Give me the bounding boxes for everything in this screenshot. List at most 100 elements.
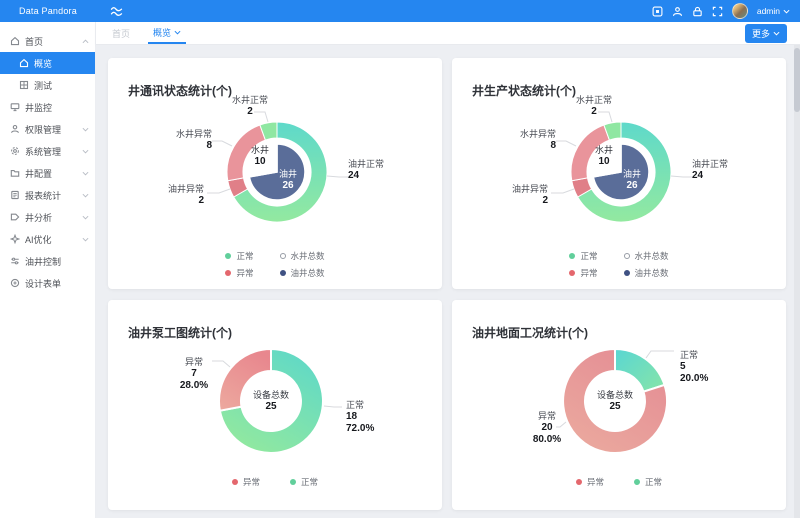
chevron-down-icon bbox=[783, 9, 790, 14]
chevron-down-icon bbox=[82, 193, 89, 198]
overview-icon bbox=[19, 58, 29, 68]
chevron-down-icon bbox=[82, 171, 89, 176]
sidebar-item-label: 井监控 bbox=[25, 101, 89, 114]
more-button[interactable]: 更多 bbox=[745, 24, 787, 43]
sidebar-item-label: 权限管理 bbox=[25, 123, 77, 136]
tab-overview[interactable]: 概览 bbox=[148, 22, 186, 44]
legend-item[interactable]: 异常 bbox=[576, 476, 604, 488]
slice-label: 水井异常8 bbox=[130, 128, 212, 152]
legend-swatch bbox=[569, 253, 575, 259]
legend-swatch bbox=[232, 479, 238, 485]
legend-item[interactable]: 油井总数 bbox=[624, 267, 669, 279]
top-bar: Data Pandora admin bbox=[0, 0, 800, 22]
fullscreen-icon[interactable] bbox=[712, 6, 723, 17]
legend-item[interactable]: 正常 bbox=[290, 476, 318, 488]
user-icon[interactable] bbox=[672, 6, 683, 17]
breadcrumb[interactable]: 首页 bbox=[112, 27, 130, 40]
chevron-down-icon bbox=[82, 127, 89, 132]
sidebar-item-label: 首页 bbox=[25, 35, 77, 48]
sidebar-collapse-icon[interactable] bbox=[110, 6, 123, 17]
slice-label: 水井正常2 bbox=[206, 94, 294, 118]
analysis-icon bbox=[10, 212, 20, 222]
slice-label: 正常1872.0% bbox=[346, 399, 430, 435]
username: admin bbox=[757, 6, 780, 16]
sidebar-item-label: 油井控制 bbox=[25, 255, 89, 268]
slice-label: 油井正常24 bbox=[348, 158, 436, 182]
slice-label: 正常520.0% bbox=[680, 349, 764, 385]
home-icon bbox=[10, 36, 20, 46]
sidebar-item-well-config[interactable]: 井配置 bbox=[0, 162, 95, 184]
legend-swatch bbox=[280, 253, 286, 259]
sidebar-item-overview[interactable]: 概览 bbox=[0, 52, 95, 74]
sidebar-item-well-control[interactable]: 油井控制 bbox=[0, 250, 95, 272]
grid-icon bbox=[19, 80, 29, 90]
sidebar: 首页 概览 测试 井监控 权限管理 系统管理 井配置 bbox=[0, 22, 96, 518]
main-content: 井通讯状态统计(个) 水井正常2 水井异常8 油井异常2 油井正常24 水井10… bbox=[96, 45, 800, 518]
sidebar-item-system[interactable]: 系统管理 bbox=[0, 140, 95, 162]
avatar[interactable] bbox=[732, 3, 748, 19]
sidebar-item-test[interactable]: 测试 bbox=[0, 74, 95, 96]
chart-card-well-comm: 井通讯状态统计(个) 水井正常2 水井异常8 油井异常2 油井正常24 水井10… bbox=[108, 58, 442, 289]
sidebar-item-ai[interactable]: AI优化 bbox=[0, 228, 95, 250]
chart-legend: 异常 正常 bbox=[108, 476, 442, 488]
user-menu[interactable]: admin bbox=[757, 6, 790, 16]
sidebar-item-form-designer[interactable]: 设计表单 bbox=[0, 272, 95, 294]
inner-slice-label: 水井10 bbox=[576, 145, 632, 167]
lock-icon[interactable] bbox=[692, 6, 703, 17]
chevron-down-icon bbox=[82, 237, 89, 242]
sidebar-item-reports[interactable]: 报表统计 bbox=[0, 184, 95, 206]
legend-item[interactable]: 正常 bbox=[225, 250, 253, 262]
legend-item[interactable]: 异常 bbox=[569, 267, 597, 279]
chevron-down-icon bbox=[82, 215, 89, 220]
topbar-actions: admin bbox=[652, 3, 800, 19]
sidebar-item-label: AI优化 bbox=[25, 233, 77, 246]
chart-card-well-production: 井生产状态统计(个) 水井正常2 水井异常8 油井异常2 油井正常24 水井10… bbox=[452, 58, 786, 289]
scrollbar-thumb[interactable] bbox=[794, 48, 800, 112]
legend-item[interactable]: 水井总数 bbox=[280, 250, 325, 262]
more-label: 更多 bbox=[752, 27, 770, 40]
control-icon bbox=[10, 256, 20, 266]
legend-item[interactable]: 异常 bbox=[232, 476, 260, 488]
slice-label: 异常2080.0% bbox=[505, 410, 589, 446]
sidebar-item-label: 测试 bbox=[34, 79, 89, 92]
scrollbar-track bbox=[794, 45, 800, 518]
report-icon bbox=[10, 190, 20, 200]
chart-card-surface-condition: 油井地面工况统计(个) 正常520.0% 异常2080.0% 设备总数25 异常… bbox=[452, 300, 786, 510]
chevron-down-icon bbox=[773, 31, 780, 36]
sidebar-item-home[interactable]: 首页 bbox=[0, 30, 95, 52]
slice-label: 油井异常2 bbox=[122, 183, 204, 207]
sidebar-item-permissions[interactable]: 权限管理 bbox=[0, 118, 95, 140]
brand-logo: Data Pandora bbox=[0, 6, 96, 16]
form-icon bbox=[10, 278, 20, 288]
center-label: 设备总数25 bbox=[565, 389, 665, 413]
slice-label: 水井异常8 bbox=[474, 128, 556, 152]
chevron-up-icon bbox=[82, 39, 89, 44]
legend-swatch bbox=[576, 479, 582, 485]
slice-label: 水井正常2 bbox=[550, 94, 638, 118]
chevron-down-icon bbox=[82, 149, 89, 154]
slice-label: 油井异常2 bbox=[466, 183, 548, 207]
sidebar-item-well-monitor[interactable]: 井监控 bbox=[0, 96, 95, 118]
tab-label: 概览 bbox=[153, 26, 171, 39]
box-icon[interactable] bbox=[652, 6, 663, 17]
legend-item[interactable]: 正常 bbox=[569, 250, 597, 262]
legend-item[interactable]: 正常 bbox=[634, 476, 662, 488]
legend-swatch bbox=[280, 270, 286, 276]
folder-icon bbox=[10, 168, 20, 178]
legend-item[interactable]: 油井总数 bbox=[280, 267, 325, 279]
sidebar-item-well-analysis[interactable]: 井分析 bbox=[0, 206, 95, 228]
ai-icon bbox=[10, 234, 20, 244]
chart-legend: 正常 水井总数 异常 油井总数 bbox=[452, 250, 786, 279]
sidebar-item-label: 井配置 bbox=[25, 167, 77, 180]
sidebar-item-label: 设计表单 bbox=[25, 277, 89, 290]
chart-card-pump-diagram: 油井泵工图统计(个) 异常728.0% 正常1872.0% 设备总数25 异常 … bbox=[108, 300, 442, 510]
chart-legend: 异常 正常 bbox=[452, 476, 786, 488]
legend-swatch bbox=[624, 253, 630, 259]
legend-swatch bbox=[225, 253, 231, 259]
legend-item[interactable]: 水井总数 bbox=[624, 250, 669, 262]
legend-item[interactable]: 异常 bbox=[225, 267, 253, 279]
sidebar-item-label: 报表统计 bbox=[25, 189, 77, 202]
legend-swatch bbox=[634, 479, 640, 485]
app: Data Pandora admin bbox=[0, 0, 800, 518]
legend-swatch bbox=[624, 270, 630, 276]
